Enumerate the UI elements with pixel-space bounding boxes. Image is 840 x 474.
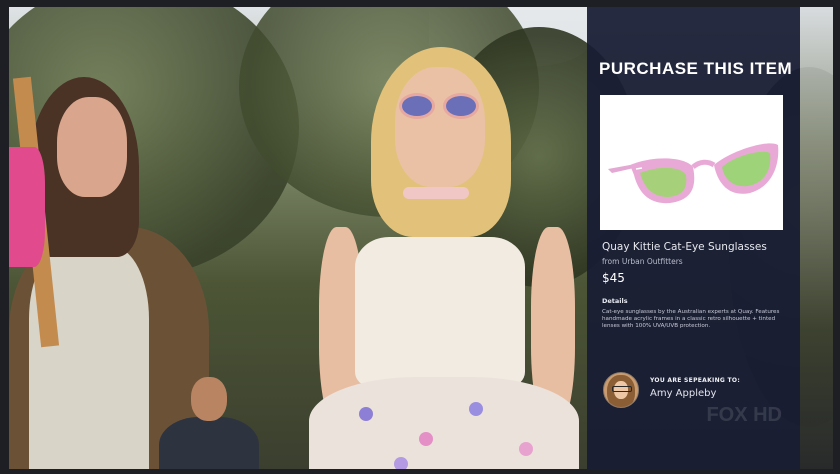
product-price: $45	[602, 271, 625, 285]
sunglasses-right-lens	[443, 93, 479, 119]
product-image[interactable]	[600, 95, 783, 230]
white-dress	[355, 237, 525, 387]
avatar	[603, 372, 639, 408]
floral-skirt	[309, 377, 579, 469]
speaker-label: YOU ARE SEPEAKING TO:	[650, 377, 741, 384]
sunglasses-icon	[608, 143, 779, 204]
pink-flag	[9, 147, 45, 267]
purchase-panel: PURCHASE THIS ITEM Quay Kittie Cat-Eye S…	[587, 7, 800, 469]
choker	[403, 187, 469, 199]
product-name[interactable]: Quay Kittie Cat-Eye Sunglasses	[602, 241, 767, 253]
details-text: Cat-eye sunglasses by the Australian exp…	[602, 309, 780, 329]
sunglasses-left-lens	[399, 93, 435, 119]
panel-title: PURCHASE THIS ITEM	[599, 59, 793, 78]
background-person	[159, 377, 259, 469]
main-person	[299, 47, 599, 469]
video-edge	[800, 7, 833, 469]
speaker-name: Amy Appleby	[650, 388, 717, 399]
product-source: from Urban Outfitters	[602, 257, 683, 266]
channel-watermark: FOX HD	[706, 404, 782, 426]
details-label: Details	[602, 297, 628, 305]
